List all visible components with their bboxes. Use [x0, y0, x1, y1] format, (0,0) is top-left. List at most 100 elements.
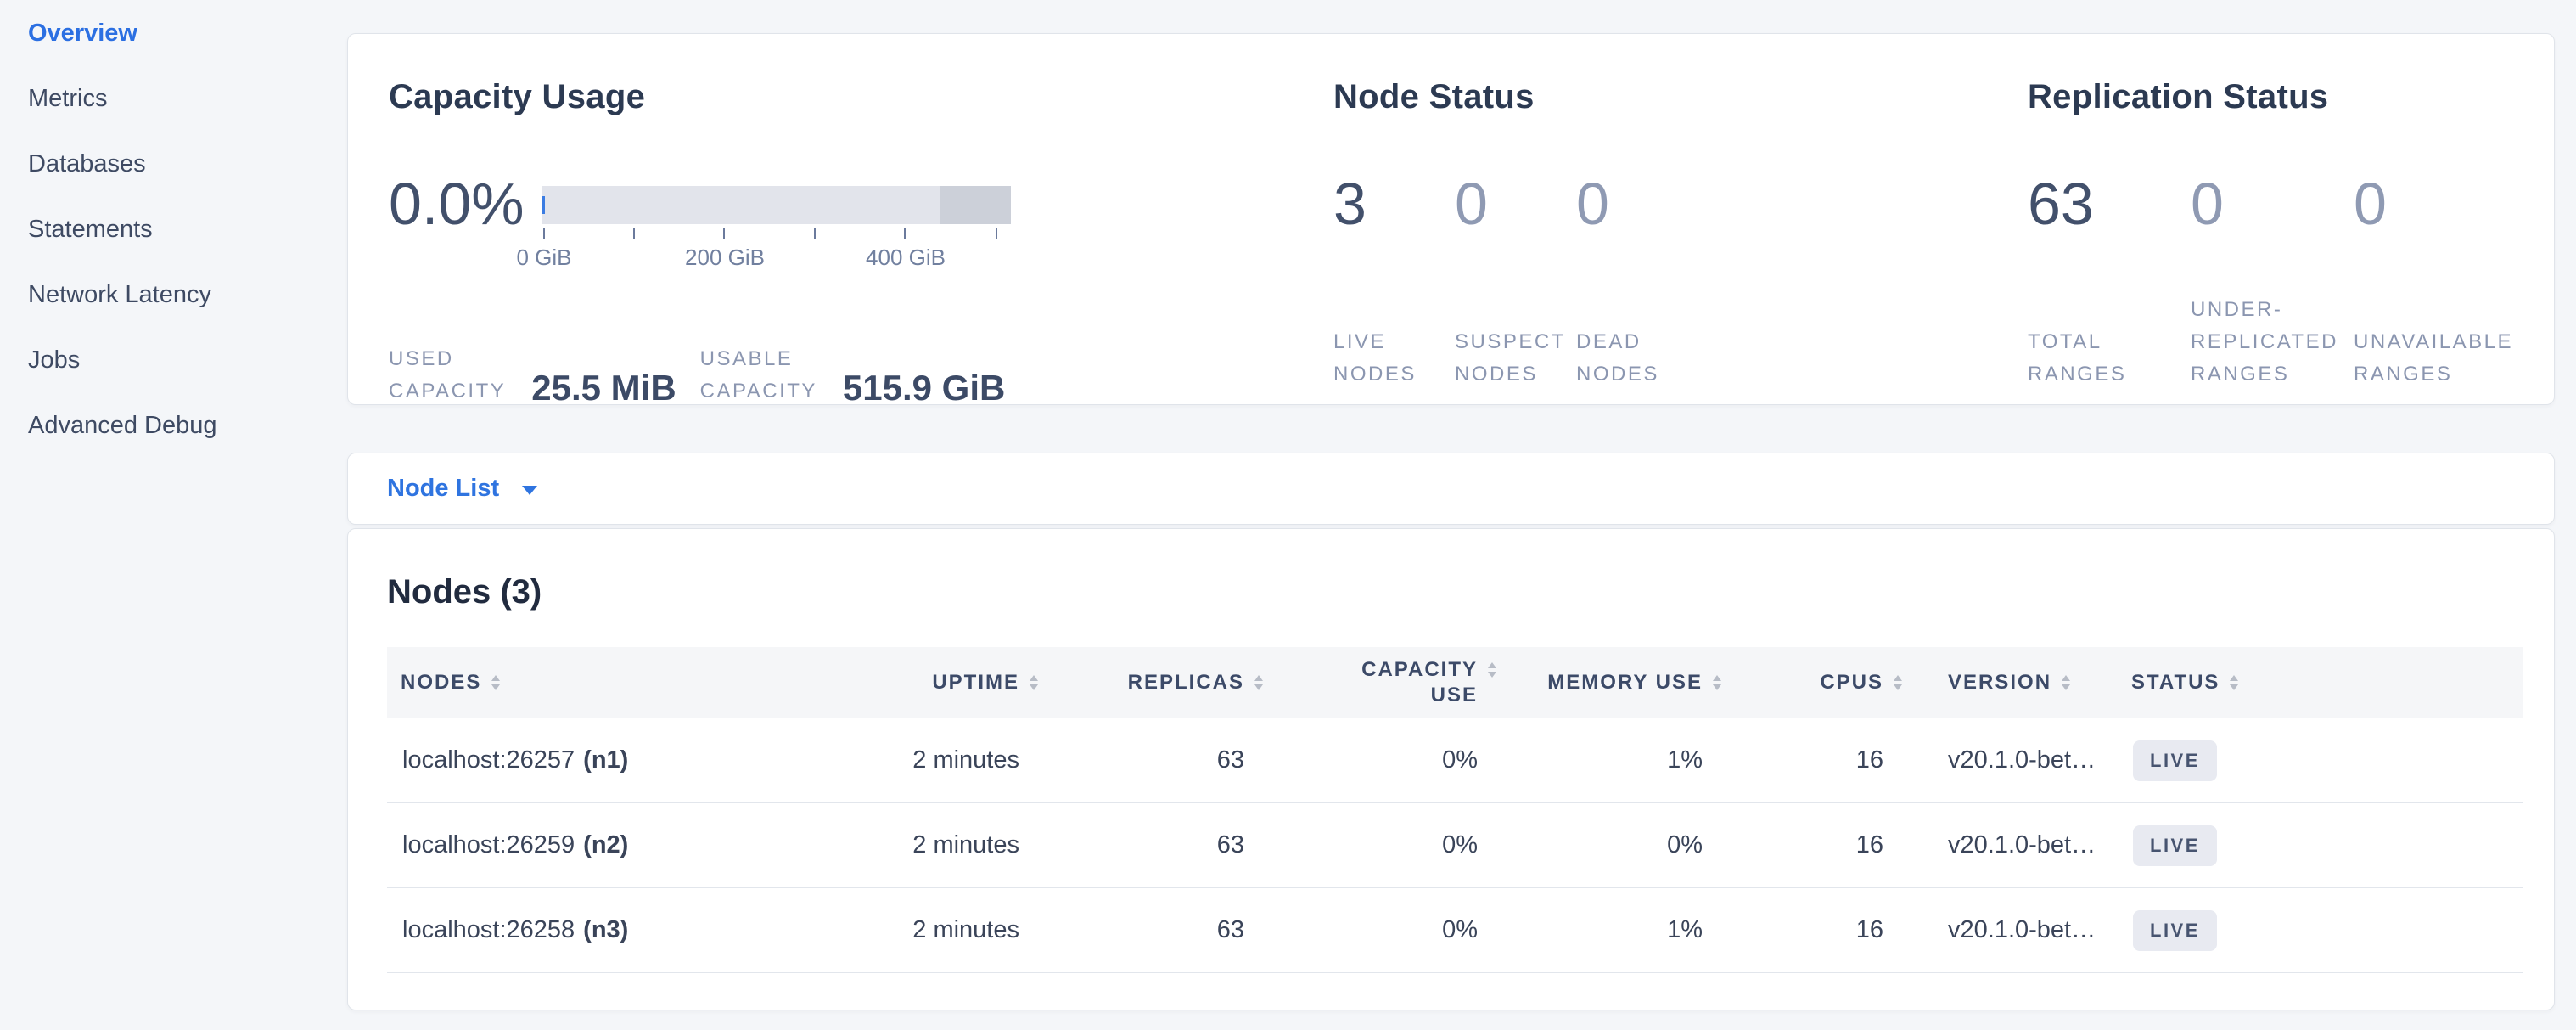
- nodes-table-card: Nodes (3) NODES UPTIME REPLICAS CAPACITY…: [347, 528, 2555, 1010]
- node-status-section: Node Status 3 0 0 LIVENODES SUSPECTNODES…: [1333, 34, 2012, 404]
- column-header-version[interactable]: VERSION: [1917, 647, 2114, 718]
- version-cell: v20.1.0-bet…: [1917, 718, 2114, 802]
- replicas-cell: 63: [1053, 803, 1278, 887]
- node-address-cell[interactable]: localhost:26257 (n1): [387, 718, 839, 802]
- used-capacity-label: USED CAPACITY: [389, 343, 506, 408]
- sort-icon: [2062, 675, 2070, 690]
- column-header-status[interactable]: STATUS: [2114, 647, 2523, 718]
- sort-icon: [1030, 675, 1038, 690]
- sidebar: Overview Metrics Databases Statements Ne…: [0, 0, 347, 1030]
- uptime-cell: 2 minutes: [839, 718, 1053, 802]
- capacity-axis-labels: 0 GiB 200 GiB 400 GiB: [542, 245, 1011, 270]
- status-badge: LIVE: [2133, 910, 2217, 951]
- node-id: (n1): [583, 746, 628, 774]
- total-ranges-label: TOTALRANGES: [2028, 326, 2191, 391]
- sort-icon: [1254, 675, 1263, 690]
- node-id: (n2): [583, 831, 628, 859]
- node-status-values: 3 0 0: [1333, 170, 1698, 238]
- sidebar-item-advanced-debug[interactable]: Advanced Debug: [0, 393, 347, 459]
- status-badge: LIVE: [2133, 825, 2217, 866]
- column-header-capacity-use[interactable]: CAPACITY USE: [1278, 647, 1512, 718]
- capacity-use-cell: 0%: [1278, 803, 1512, 887]
- capacity-axis-ticks: [542, 228, 1011, 245]
- used-capacity-stat: USED CAPACITY 25.5 MiB: [389, 343, 676, 408]
- replication-status-labels: TOTALRANGES UNDER-REPLICATEDRANGES UNAVA…: [2028, 294, 2517, 391]
- view-selector-card: Node List: [347, 453, 2555, 525]
- sort-icon: [1488, 662, 1496, 678]
- version-cell: v20.1.0-bet…: [1917, 803, 2114, 887]
- node-list-dropdown[interactable]: Node List: [387, 475, 499, 503]
- node-address-cell[interactable]: localhost:26259 (n2): [387, 803, 839, 887]
- capacity-use-cell: 0%: [1278, 718, 1512, 802]
- table-header-row: NODES UPTIME REPLICAS CAPACITY USE MEMOR…: [387, 647, 2523, 718]
- axis-label-0gib: 0 GiB: [516, 245, 571, 271]
- nodes-table: NODES UPTIME REPLICAS CAPACITY USE MEMOR…: [387, 647, 2523, 973]
- table-row-node-3[interactable]: localhost:26258 (n3) 2 minutes 63 0% 1% …: [387, 888, 2523, 973]
- axis-label-200gib: 200 GiB: [685, 245, 765, 271]
- usable-capacity-value: 515.9 GiB: [843, 369, 1005, 408]
- sidebar-item-metrics[interactable]: Metrics: [0, 66, 347, 132]
- sidebar-item-jobs[interactable]: Jobs: [0, 328, 347, 393]
- cluster-summary-card: Capacity Usage 0.0% 0 GiB 200 GiB 400 Gi…: [347, 33, 2555, 405]
- table-body: localhost:26257 (n1) 2 minutes 63 0% 1% …: [387, 718, 2523, 973]
- status-cell: LIVE: [2114, 888, 2523, 972]
- memory-use-cell: 0%: [1512, 803, 1737, 887]
- sort-icon: [491, 675, 500, 690]
- table-row-node-1[interactable]: localhost:26257 (n1) 2 minutes 63 0% 1% …: [387, 718, 2523, 803]
- replicas-cell: 63: [1053, 888, 1278, 972]
- replicas-cell: 63: [1053, 718, 1278, 802]
- table-row-node-2[interactable]: localhost:26259 (n2) 2 minutes 63 0% 0% …: [387, 803, 2523, 888]
- capacity-usage-title: Capacity Usage: [389, 76, 645, 117]
- sidebar-item-network-latency[interactable]: Network Latency: [0, 262, 347, 328]
- capacity-stats: USED CAPACITY 25.5 MiB USABLE CAPACITY 5…: [389, 292, 1005, 408]
- node-status-title: Node Status: [1333, 76, 1535, 117]
- chevron-down-icon[interactable]: [522, 486, 537, 495]
- axis-label-400gib: 400 GiB: [866, 245, 946, 271]
- node-id: (n3): [583, 916, 628, 944]
- dead-nodes-label: DEADNODES: [1576, 326, 1698, 391]
- memory-use-cell: 1%: [1512, 718, 1737, 802]
- usable-capacity-label: USABLE CAPACITY: [700, 343, 817, 408]
- under-replicated-ranges-label: UNDER-REPLICATEDRANGES: [2191, 294, 2354, 391]
- cpus-cell: 16: [1737, 718, 1917, 802]
- node-address-cell[interactable]: localhost:26258 (n3): [387, 888, 839, 972]
- capacity-usage-section: Capacity Usage 0.0% 0 GiB 200 GiB 400 Gi…: [389, 34, 1331, 404]
- sidebar-item-overview[interactable]: Overview: [0, 1, 347, 66]
- unavailable-ranges-label: UNAVAILABLERANGES: [2354, 326, 2517, 391]
- sort-icon: [1713, 675, 1721, 690]
- sort-icon: [1894, 675, 1902, 690]
- column-header-nodes[interactable]: NODES: [387, 647, 839, 718]
- node-status-labels: LIVENODES SUSPECTNODES DEADNODES: [1333, 294, 1698, 391]
- sidebar-item-statements[interactable]: Statements: [0, 197, 347, 262]
- usable-capacity-stat: USABLE CAPACITY 515.9 GiB: [700, 343, 1006, 408]
- replication-status-section: Replication Status 63 0 0 TOTALRANGES UN…: [2028, 34, 2545, 404]
- live-nodes-label: LIVENODES: [1333, 326, 1455, 391]
- sort-icon: [2230, 675, 2238, 690]
- memory-use-cell: 1%: [1512, 888, 1737, 972]
- status-cell: LIVE: [2114, 718, 2523, 802]
- uptime-cell: 2 minutes: [839, 803, 1053, 887]
- capacity-bar: [542, 186, 1011, 224]
- nodes-table-title: Nodes (3): [387, 571, 542, 612]
- column-header-cpus[interactable]: CPUS: [1737, 647, 1917, 718]
- version-cell: v20.1.0-bet…: [1917, 888, 2114, 972]
- column-header-replicas[interactable]: REPLICAS: [1053, 647, 1278, 718]
- cpus-cell: 16: [1737, 888, 1917, 972]
- replication-status-values: 63 0 0: [2028, 170, 2517, 238]
- dead-nodes-value: 0: [1576, 170, 1698, 238]
- capacity-percent-value: 0.0%: [389, 170, 525, 238]
- capacity-use-cell: 0%: [1278, 888, 1512, 972]
- capacity-bar-other-segment: [940, 186, 1011, 224]
- sidebar-item-databases[interactable]: Databases: [0, 132, 347, 197]
- live-nodes-value: 3: [1333, 170, 1455, 238]
- status-badge: LIVE: [2133, 740, 2217, 781]
- unavailable-ranges-value: 0: [2354, 170, 2517, 238]
- suspect-nodes-label: SUSPECTNODES: [1455, 326, 1576, 391]
- replication-status-title: Replication Status: [2028, 76, 2328, 117]
- uptime-cell: 2 minutes: [839, 888, 1053, 972]
- column-header-memory-use[interactable]: MEMORY USE: [1512, 647, 1737, 718]
- capacity-bar-chart: 0 GiB 200 GiB 400 GiB: [542, 186, 1011, 270]
- capacity-bar-used-segment: [542, 196, 545, 214]
- total-ranges-value: 63: [2028, 170, 2191, 238]
- column-header-uptime[interactable]: UPTIME: [839, 647, 1053, 718]
